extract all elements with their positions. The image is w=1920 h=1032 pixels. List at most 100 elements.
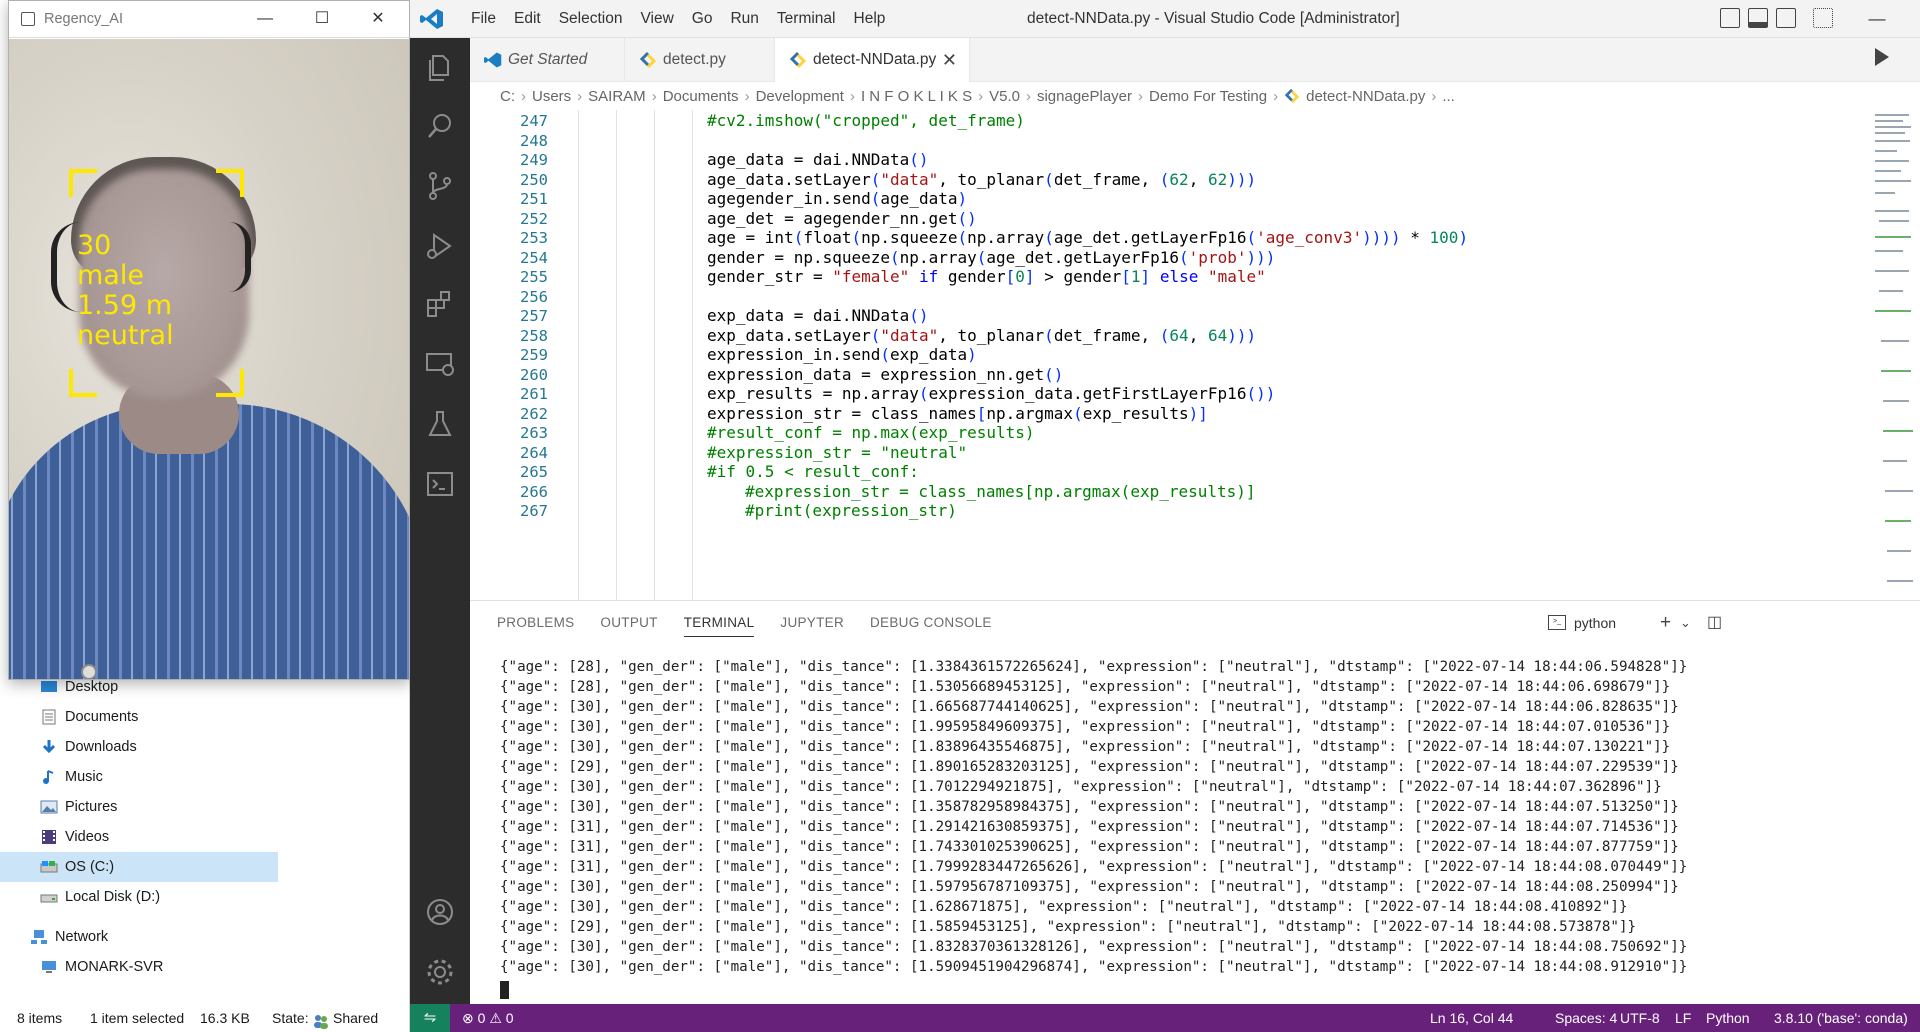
nav-item-monark-svr[interactable]: MONARK-SVR [0, 952, 278, 982]
breadcrumb-item[interactable]: ... [1442, 88, 1455, 105]
split-terminal-icon[interactable]: ◫ [1707, 601, 1722, 645]
menu-terminal[interactable]: Terminal [768, 0, 845, 38]
tab-problems[interactable]: PROBLEMS [484, 601, 587, 645]
breadcrumb-item[interactable]: detect-NNData.py [1306, 88, 1425, 105]
code-editor[interactable]: 247 248 249 250 251 252 253 254 255 256 … [470, 110, 1920, 600]
nav-item-network[interactable]: Network [0, 922, 278, 952]
menu-selection[interactable]: Selection [550, 0, 632, 38]
breadcrumb-item[interactable]: V5.0 [989, 88, 1020, 105]
breadcrumb-item[interactable]: SAIRAM [588, 88, 646, 105]
nav-item-label: Desktop [65, 679, 119, 695]
code-line: age_det = agegender_nn.get() [707, 208, 977, 228]
breadcrumb-item[interactable]: I N F O K L I K S [861, 88, 972, 105]
nav-item-label: Pictures [65, 799, 118, 815]
cursor-position[interactable]: Ln 16, Col 44 [1430, 1004, 1513, 1032]
explorer-icon[interactable] [424, 52, 456, 84]
menu-help[interactable]: Help [845, 0, 895, 38]
drive-icon [40, 894, 58, 903]
extensions-icon[interactable] [424, 288, 456, 320]
nav-item-documents[interactable]: Documents [0, 702, 278, 732]
vscode-title-bar: File Edit Selection View Go Run Terminal… [410, 0, 1920, 38]
terminal-icon: >_ [1548, 615, 1566, 630]
tab-jupyter[interactable]: JUPYTER [767, 601, 857, 645]
minimize-button[interactable]: — [252, 7, 278, 31]
nav-item-os-c[interactable]: OS (C:) [0, 852, 278, 882]
accounts-icon[interactable] [424, 896, 456, 928]
settings-gear-icon[interactable] [424, 956, 456, 988]
line-number: 257 [520, 307, 548, 325]
run-debug-icon[interactable] [424, 230, 456, 262]
minimap-line [1883, 460, 1907, 462]
menu-edit[interactable]: Edit [505, 0, 550, 38]
encoding[interactable]: UTF-8 [1620, 1004, 1660, 1032]
line-number: 251 [520, 190, 548, 208]
music-icon [43, 770, 54, 784]
language-mode[interactable]: Python [1706, 1004, 1750, 1032]
menu-bar: File Edit Selection View Go Run Terminal… [462, 0, 894, 38]
camera-feed: 30 male 1.59 m neutral [9, 39, 409, 679]
breadcrumb: C: › Users › SAIRAM › Documents › Developmen… [470, 82, 1920, 110]
breadcrumb-item[interactable]: signagePlayer [1037, 88, 1132, 105]
testing-icon[interactable] [424, 408, 456, 440]
terminal-output[interactable]: {"age": [28], "gen_der": ["male"], "dis_… [500, 659, 1900, 999]
run-file-icon[interactable] [1875, 48, 1889, 66]
minimap-line [1885, 490, 1913, 492]
camera-title-bar[interactable]: Regency_AI — ☐ ✕ [9, 1, 409, 38]
tab-detect-py[interactable]: detect.py [625, 38, 775, 82]
tab-detect-nndata-py[interactable]: detect-NNData.py ✕ [775, 38, 970, 82]
customize-layout-icon[interactable] [1813, 8, 1833, 28]
new-terminal-icon[interactable]: + [1660, 601, 1671, 645]
end-of-line[interactable]: LF [1675, 1004, 1691, 1032]
close-button[interactable]: ✕ [365, 7, 391, 31]
breadcrumb-item[interactable]: Development [756, 88, 844, 105]
tab-output[interactable]: OUTPUT [587, 601, 670, 645]
terminal-cursor [500, 981, 509, 999]
tab-terminal[interactable]: TERMINAL [671, 601, 768, 645]
maximize-button[interactable]: ☐ [309, 7, 335, 31]
menu-view[interactable]: View [631, 0, 682, 38]
minimap-line [1885, 520, 1911, 522]
detection-box-corner [216, 369, 244, 397]
breadcrumb-item[interactable]: Demo For Testing [1149, 88, 1267, 105]
minimap-line [1875, 132, 1905, 134]
chevron-down-icon[interactable]: ⌄ [1680, 601, 1691, 645]
chevron-right-icon: › [1025, 87, 1031, 105]
toggle-secondary-sidebar-icon[interactable] [1776, 8, 1796, 28]
breadcrumb-item[interactable]: C: [500, 88, 515, 105]
breadcrumb-item[interactable]: Users [532, 88, 571, 105]
nav-item-music[interactable]: Music [0, 762, 278, 792]
remote-explorer-icon[interactable] [424, 348, 456, 380]
remote-indicator-icon[interactable]: ⇋ [410, 1004, 450, 1032]
indentation[interactable]: Spaces: 4 [1555, 1004, 1617, 1032]
python-interpreter[interactable]: 3.8.10 ('base': conda) [1774, 1004, 1908, 1032]
nav-item-local-disk-d[interactable]: Local Disk (D:) [0, 882, 278, 912]
nav-item-pictures[interactable]: Pictures [0, 792, 278, 822]
terminal-selector[interactable]: >_ python [1548, 601, 1616, 645]
downloads-icon [42, 740, 56, 754]
vscode-minimize-button[interactable]: — [1854, 0, 1900, 38]
minimap-line [1875, 236, 1911, 238]
menu-run[interactable]: Run [721, 0, 767, 38]
toggle-panel-icon[interactable] [1748, 8, 1768, 28]
line-number: 247 [520, 112, 548, 130]
breadcrumb-item[interactable]: Documents [663, 88, 739, 105]
toggle-sidebar-icon[interactable] [1720, 8, 1740, 28]
nav-item-downloads[interactable]: Downloads [0, 732, 278, 762]
tab-debug-console[interactable]: DEBUG CONSOLE [857, 601, 1005, 645]
tab-close-icon[interactable]: ✕ [942, 38, 957, 82]
menu-go[interactable]: Go [683, 0, 722, 38]
line-number: 250 [520, 170, 548, 189]
menu-file[interactable]: File [462, 0, 505, 38]
line-number: 267 [520, 502, 548, 520]
line-number: 248 [520, 131, 548, 150]
source-control-icon[interactable] [424, 170, 456, 202]
nav-item-videos[interactable]: Videos [0, 822, 278, 852]
tab-get-started[interactable]: Get Started [470, 38, 625, 82]
python-file-icon [789, 51, 807, 69]
line-number: 263 [520, 424, 548, 442]
terminal-line: {"age": [29], "gen_der": ["male"], "dis_… [500, 759, 1679, 775]
search-icon[interactable] [424, 110, 456, 142]
minimap[interactable] [1875, 110, 1915, 600]
problems-indicator[interactable]: ⊗ 0 ⚠ 0 [462, 1004, 514, 1032]
terminal-view-icon[interactable] [424, 468, 456, 500]
